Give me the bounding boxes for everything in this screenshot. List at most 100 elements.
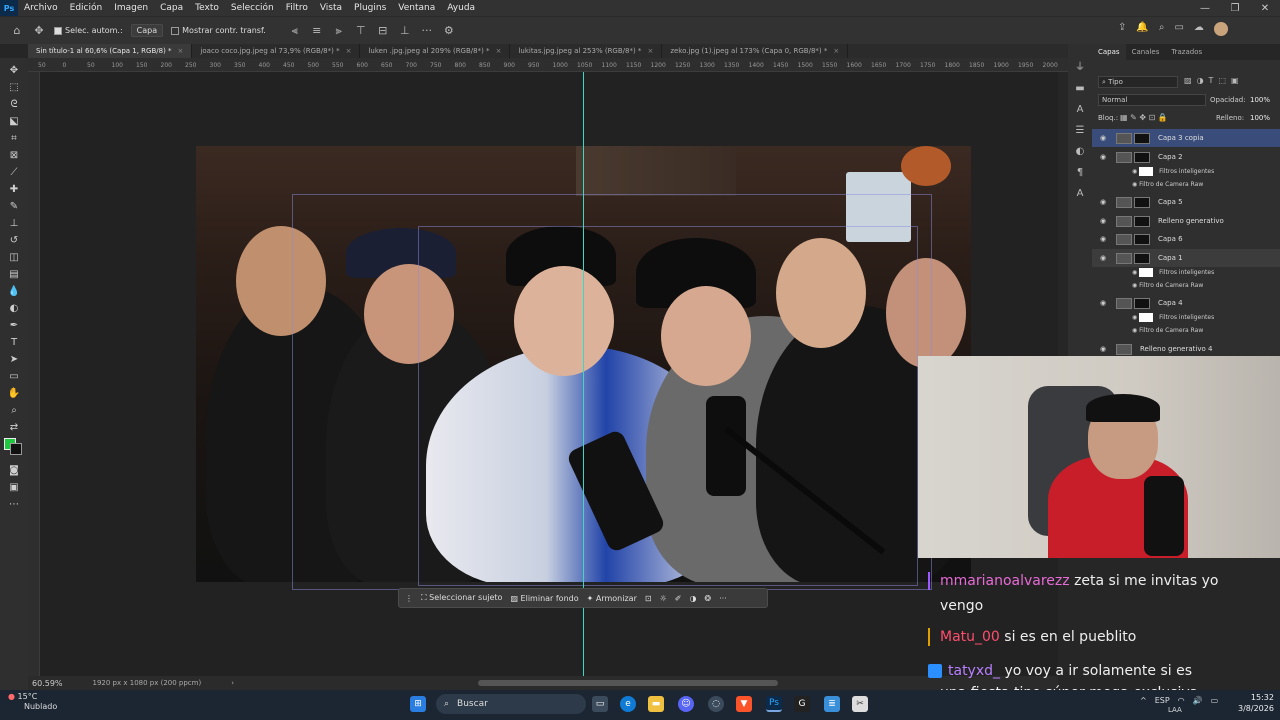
notepad-icon[interactable]: ≣	[824, 696, 840, 712]
search-icon[interactable]: ⌕	[1159, 22, 1165, 36]
menu-edicion[interactable]: Edición	[64, 3, 109, 13]
adjustment-filter-icon[interactable]: ◑	[1197, 76, 1204, 85]
layer-name[interactable]: Capa 2	[1158, 153, 1183, 161]
adjust-icon[interactable]: ☼	[660, 594, 667, 603]
healing-tool-icon[interactable]: ✚	[6, 183, 22, 196]
hand-tool-icon[interactable]: ✋	[6, 387, 22, 400]
smart-filters-row[interactable]: ◉ Filtros inteligentes	[1132, 266, 1214, 279]
task-view-icon[interactable]: ▭	[592, 696, 608, 712]
eye-icon[interactable]: ◉	[1100, 345, 1110, 353]
marquee-tool-icon[interactable]: ⬚	[6, 81, 22, 94]
chevron-up-icon[interactable]: ^	[1140, 696, 1147, 705]
menu-imagen[interactable]: Imagen	[108, 3, 154, 13]
align-middle-icon[interactable]: ⊟	[376, 24, 390, 37]
quick-mask-icon[interactable]: ◙	[6, 464, 22, 477]
brave-icon[interactable]: ▼	[736, 696, 752, 712]
layer-name[interactable]: Capa 1	[1158, 254, 1183, 262]
clock[interactable]: 15:32 3/8/2026	[1238, 692, 1274, 714]
layer-name[interactable]: Capa 6	[1158, 235, 1183, 243]
menu-ventana[interactable]: Ventana	[392, 3, 441, 13]
vertical-guide[interactable]	[583, 72, 584, 676]
photoshop-taskbar-icon[interactable]: Ps	[766, 696, 782, 712]
layer-row[interactable]: ◉ Capa 4	[1092, 294, 1280, 312]
eye-icon[interactable]: ◉	[1132, 181, 1139, 188]
close-icon[interactable]: ×	[346, 47, 352, 55]
move-tool-icon[interactable]: ✥	[6, 64, 22, 77]
align-center-icon[interactable]: ≡	[310, 24, 324, 37]
eye-icon[interactable]: ◉	[1100, 134, 1110, 142]
workspace-icon[interactable]: ▭	[1174, 22, 1183, 36]
mask-icon[interactable]: ⊡	[645, 594, 652, 603]
move-tool-icon[interactable]: ✥	[32, 24, 46, 37]
menu-texto[interactable]: Texto	[189, 3, 225, 13]
history-brush-tool-icon[interactable]: ↺	[6, 234, 22, 247]
zoom-level[interactable]: 60.59%	[32, 679, 63, 688]
comments-icon[interactable]: ▬	[1075, 83, 1084, 94]
tab-document-1[interactable]: Sin título-1 al 60,6% (Capa 1, RGB/8) * ×	[28, 44, 193, 58]
eye-icon[interactable]: ◉	[1100, 254, 1110, 262]
file-explorer-icon[interactable]: ▬	[648, 696, 664, 712]
more-options-icon[interactable]: ···	[719, 594, 727, 603]
tab-document-4[interactable]: lukitas.jpg.jpeg al 253% (RGB/8*) * ×	[510, 44, 663, 58]
windows-start-icon[interactable]: ⊞	[410, 696, 426, 712]
close-icon[interactable]: ×	[647, 47, 653, 55]
menu-plugins[interactable]: Plugins	[348, 3, 392, 13]
more-options-icon[interactable]: ···	[420, 24, 434, 37]
opacity-value[interactable]: 100%	[1250, 96, 1270, 104]
eye-icon[interactable]: ◉	[1100, 299, 1110, 307]
paragraph-icon[interactable]: ¶	[1077, 167, 1083, 178]
drag-handle-icon[interactable]: ⋮	[405, 594, 413, 603]
rectangle-tool-icon[interactable]: ▭	[6, 370, 22, 383]
image-filter-icon[interactable]: ▨	[1184, 76, 1192, 85]
tab-document-3[interactable]: luken .jpg.jpeg al 209% (RGB/8*) * ×	[360, 44, 511, 58]
taskbar-search[interactable]: ⌕ Buscar	[436, 694, 586, 714]
home-icon[interactable]: ⌂	[10, 24, 24, 37]
eye-icon[interactable]: ◉	[1132, 314, 1139, 321]
swap-colors-icon[interactable]: ⇄	[6, 421, 22, 434]
chevron-right-icon[interactable]: ›	[231, 679, 234, 687]
menu-filtro[interactable]: Filtro	[280, 3, 314, 13]
weather-widget[interactable]: ● 15°C Nublado	[8, 692, 57, 712]
avatar[interactable]	[1213, 22, 1228, 36]
background-color-swatch[interactable]	[10, 443, 22, 455]
eraser-tool-icon[interactable]: ◫	[6, 251, 22, 264]
pen-tool-icon[interactable]: ✒	[6, 319, 22, 332]
tab-canales[interactable]: Canales	[1126, 44, 1166, 60]
cloud-icon[interactable]: ☁	[1194, 22, 1204, 36]
eye-icon[interactable]: ◉	[1100, 153, 1110, 161]
harmonize-button[interactable]: ✦ Armonizar	[587, 594, 637, 603]
camera-raw-filter-row[interactable]: ◉ Filtro de Camera Raw	[1132, 324, 1203, 337]
close-icon[interactable]: ×	[496, 47, 502, 55]
show-transform-checkbox[interactable]: Mostrar contr. transf.	[171, 26, 266, 35]
smart-object-filter-icon[interactable]: ▣	[1231, 76, 1239, 85]
brush-icon[interactable]: ✐	[675, 594, 682, 603]
discord-icon[interactable]: ☺	[678, 696, 694, 712]
horizontal-scrollbar[interactable]	[478, 680, 778, 686]
select-subject-button[interactable]: ⛶ Seleccionar sujeto	[421, 593, 502, 603]
crop-tool-icon[interactable]: ⌗	[6, 132, 22, 145]
align-bottom-icon[interactable]: ⊥	[398, 24, 412, 37]
contrast-icon[interactable]: ◑	[689, 594, 696, 603]
eye-icon[interactable]: ◉	[1100, 217, 1110, 225]
app-g-icon[interactable]: G	[794, 696, 810, 712]
frame-tool-icon[interactable]: ⊠	[6, 149, 22, 162]
camera-raw-filter-row[interactable]: ◉ Filtro de Camera Raw	[1132, 279, 1203, 292]
blur-tool-icon[interactable]: 💧	[6, 285, 22, 298]
photoshop-logo-icon[interactable]: Ps	[0, 0, 18, 16]
close-icon[interactable]: ×	[178, 47, 184, 55]
menu-seleccion[interactable]: Selección	[225, 3, 280, 13]
shape-filter-icon[interactable]: ⬚	[1218, 76, 1226, 85]
tab-trazados[interactable]: Trazados	[1165, 44, 1208, 60]
eye-icon[interactable]: ◉	[1100, 198, 1110, 206]
type-tool-icon[interactable]: T	[6, 336, 22, 349]
tab-capas[interactable]: Capas	[1092, 44, 1126, 60]
remove-background-button[interactable]: ▨ Eliminar fondo	[510, 594, 578, 603]
glyphs-icon[interactable]: A	[1077, 188, 1084, 199]
eye-icon[interactable]: ◉	[1132, 168, 1139, 175]
brush-tool-icon[interactable]: ✎	[6, 200, 22, 213]
eyedropper-tool-icon[interactable]: ⟋	[6, 166, 22, 179]
menu-vista[interactable]: Vista	[314, 3, 348, 13]
auto-select-dropdown[interactable]: Capa	[130, 24, 164, 37]
layer-name[interactable]: Relleno generativo 4	[1140, 345, 1212, 353]
smart-filters-row[interactable]: ◉ Filtros inteligentes	[1132, 311, 1214, 324]
